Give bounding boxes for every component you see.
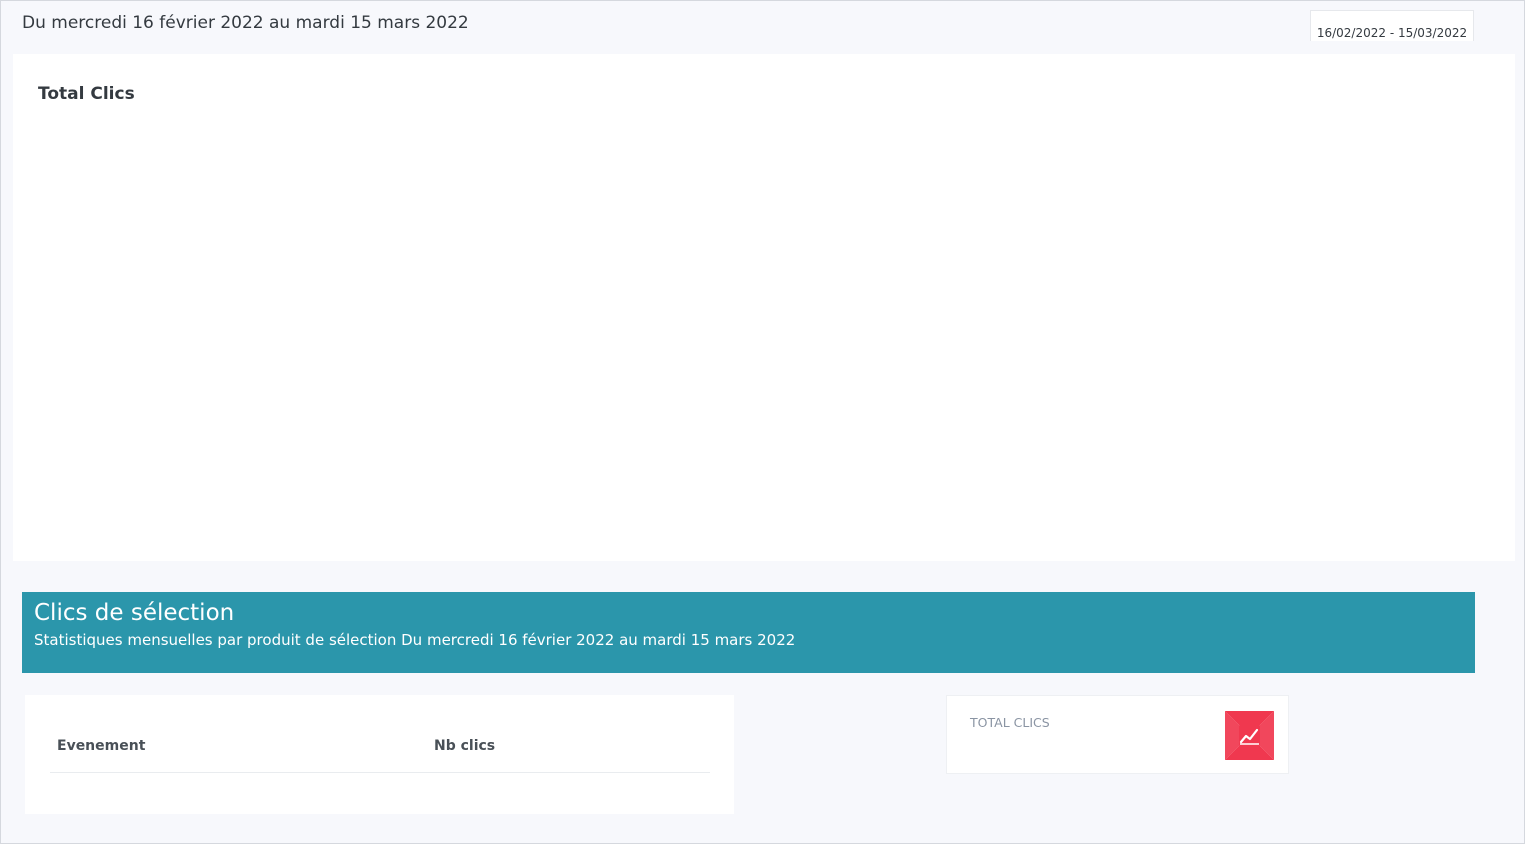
chart-title: Total Clics — [38, 84, 135, 104]
section-subtitle: Statistiques mensuelles par produit de s… — [34, 631, 796, 649]
table-header-row: Evenement Nb clics — [50, 730, 710, 773]
chart-line-icon — [1225, 711, 1274, 760]
section-title: Clics de sélection — [34, 600, 235, 626]
chart-area — [38, 124, 1490, 541]
events-table-card: Evenement Nb clics — [25, 695, 734, 814]
date-range-picker[interactable]: 16/02/2022 - 15/03/2022 — [1310, 10, 1474, 41]
stat-label: TOTAL CLICS — [970, 715, 1050, 730]
total-clicks-stat-card: TOTAL CLICS — [946, 695, 1289, 774]
column-header-clicks[interactable]: Nb clics — [434, 738, 495, 754]
total-clicks-chart-card: Total Clics — [13, 54, 1515, 561]
period-text: Du mercredi 16 février 2022 au mardi 15 … — [22, 13, 469, 33]
column-header-event[interactable]: Evenement — [57, 738, 145, 754]
section-banner: Clics de sélection Statistiques mensuell… — [22, 592, 1475, 673]
